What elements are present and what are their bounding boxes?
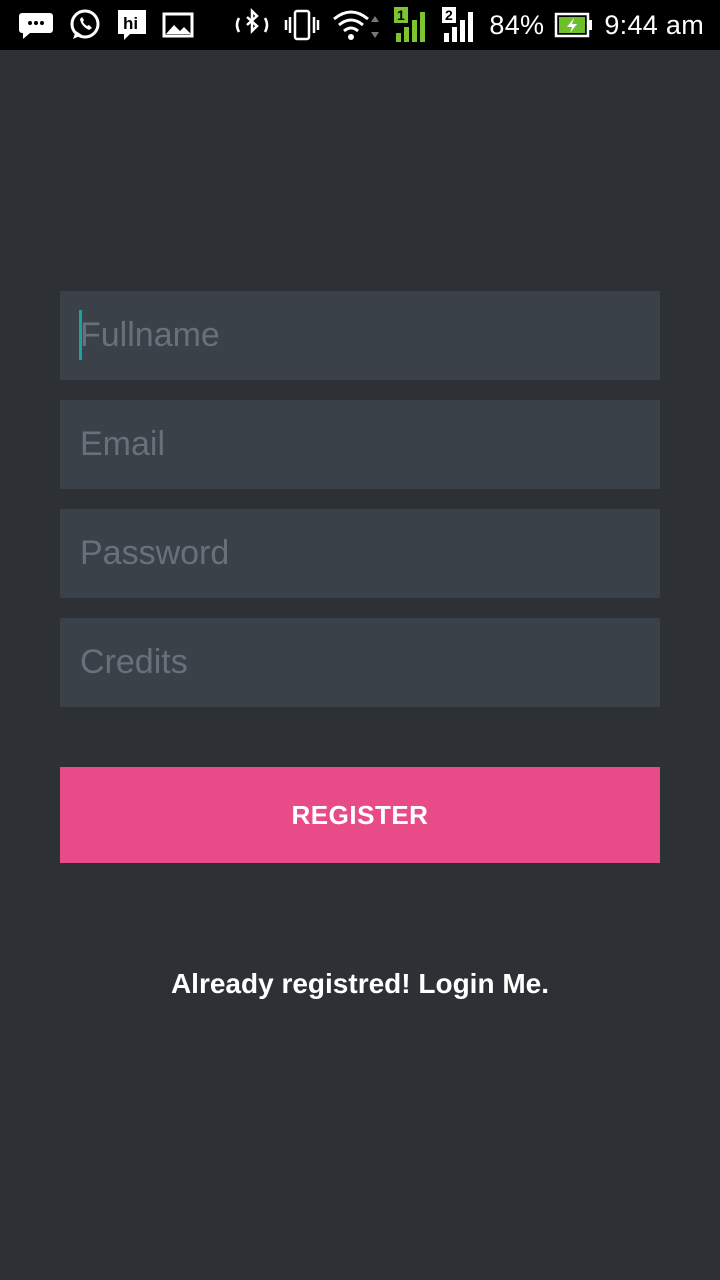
clock: 9:44 am xyxy=(604,9,704,40)
svg-text:2: 2 xyxy=(445,7,453,23)
email-input[interactable] xyxy=(80,400,660,489)
credits-field[interactable] xyxy=(60,618,660,707)
notification-icons: hi xyxy=(18,0,194,50)
register-screen: REGISTER Already registred! Login Me. xyxy=(0,50,720,1280)
gallery-icon xyxy=(162,11,194,39)
svg-text:1: 1 xyxy=(397,7,405,23)
password-input[interactable] xyxy=(80,509,660,598)
signal-sim1-icon: 1 xyxy=(393,6,431,44)
login-link[interactable]: Already registred! Login Me. xyxy=(0,968,720,1000)
svg-text:hi: hi xyxy=(123,14,138,33)
text-cursor xyxy=(79,310,82,360)
hike-icon: hi xyxy=(116,8,148,42)
whatsapp-icon xyxy=(68,8,102,42)
password-field[interactable] xyxy=(60,509,660,598)
signal-sim2-icon: 2 xyxy=(441,6,479,44)
status-bar: hi 1 2 84% 9:44 am xyxy=(0,0,720,50)
message-icon xyxy=(18,10,54,40)
email-field[interactable] xyxy=(60,400,660,489)
wifi-icon xyxy=(331,8,383,42)
battery-percent: 84% xyxy=(489,9,545,40)
fullname-input[interactable] xyxy=(80,291,660,380)
bluetooth-icon xyxy=(231,8,273,42)
credits-input[interactable] xyxy=(80,618,660,707)
system-indicators: 1 2 84% 9:44 am xyxy=(231,0,704,50)
vibrate-icon xyxy=(283,8,321,42)
fullname-field[interactable] xyxy=(60,291,660,380)
register-button[interactable]: REGISTER xyxy=(60,767,660,863)
battery-charging-icon xyxy=(554,10,594,40)
